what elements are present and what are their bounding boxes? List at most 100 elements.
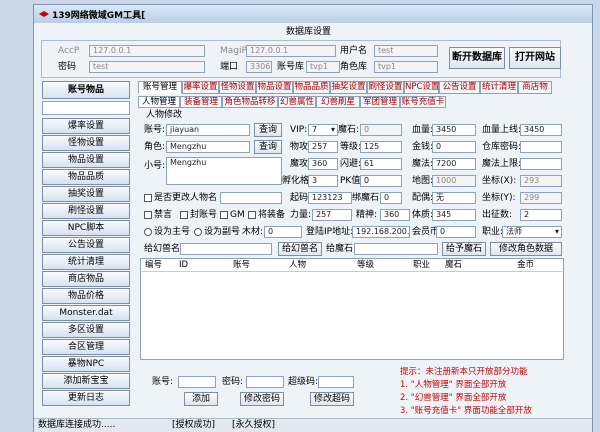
account-db-input[interactable]: tvp1	[306, 61, 340, 73]
nav-item-6[interactable]: NPC脚本	[42, 220, 130, 236]
user-input[interactable]: test	[374, 45, 438, 57]
password-input[interactable]: test	[89, 61, 205, 73]
str-input[interactable]: 257	[312, 209, 352, 221]
hp-max-input[interactable]: 3450	[520, 124, 562, 136]
nickname-textarea[interactable]: Mengzhu	[166, 157, 282, 185]
subtab-6[interactable]: 账号充值卡	[400, 96, 446, 108]
pet-checkbox[interactable]	[248, 211, 256, 219]
subtab-5[interactable]: 军团管理	[360, 96, 400, 108]
nav-item-2[interactable]: 物品设置	[42, 152, 130, 168]
mana-max-input[interactable]	[520, 158, 562, 170]
gm-checkbox[interactable]	[220, 211, 228, 219]
magic-stone-input[interactable]: 0	[360, 124, 402, 136]
bind-stone-input[interactable]: 0	[380, 192, 402, 204]
nav-item-1[interactable]: 怪物设置	[42, 135, 130, 151]
edit-role-data-button[interactable]: 修改角色数据	[490, 242, 562, 256]
bottom-password-input[interactable]	[246, 376, 284, 388]
tab-0[interactable]: 账号管理	[138, 81, 182, 94]
query-role-button[interactable]: 查询	[254, 140, 282, 154]
nav-item-7[interactable]: 公告设置	[42, 237, 130, 253]
level-input[interactable]: 125	[360, 141, 402, 153]
nav-search-input[interactable]	[42, 101, 130, 115]
port-input[interactable]: 3306	[246, 61, 272, 73]
rename-checkbox[interactable]	[144, 194, 152, 202]
nav-account-items[interactable]: 账号物品	[42, 81, 130, 99]
nav-item-9[interactable]: 商店物品	[42, 271, 130, 287]
warehouse-pwd-input[interactable]	[520, 141, 562, 153]
give-stone-button[interactable]: 给予魔石	[442, 242, 486, 256]
bottom-account-input[interactable]	[178, 376, 216, 388]
edit-password-button[interactable]: 修改密码	[240, 392, 284, 406]
add-pet-input[interactable]	[180, 243, 272, 255]
nav-item-11[interactable]: Monster.dat	[42, 305, 130, 321]
query-account-button[interactable]: 查询	[254, 123, 282, 137]
ban-account-checkbox[interactable]	[180, 211, 188, 219]
open-website-button[interactable]: 打开网站	[509, 47, 561, 69]
edit-super-pwd-button[interactable]: 修改超码	[310, 392, 354, 406]
nav-item-14[interactable]: 暴物NPC	[42, 356, 130, 372]
tab-1[interactable]: 爆率设置	[182, 81, 219, 94]
birth-input[interactable]: 123123	[308, 192, 352, 204]
add-account-button[interactable]: 添加	[184, 392, 218, 406]
vip-select[interactable]: 7 ▾	[308, 124, 338, 136]
set-main-radio[interactable]	[144, 228, 152, 236]
member-input[interactable]: 0	[436, 226, 476, 238]
nav-item-0[interactable]: 爆率设置	[42, 118, 130, 134]
login-ip-input[interactable]: 192.168.200.1	[352, 226, 410, 238]
nav-item-10[interactable]: 物品价格	[42, 288, 130, 304]
subtab-3[interactable]: 幻兽属性	[278, 96, 316, 108]
nav-item-12[interactable]: 多区设置	[42, 322, 130, 338]
ban-say-checkbox[interactable]	[144, 211, 152, 219]
nav-item-16[interactable]: 更新日志	[42, 390, 130, 406]
tab-4[interactable]: 物品品质	[293, 81, 330, 94]
subtab-0[interactable]: 人物管理	[138, 96, 180, 108]
wood-input[interactable]: 0	[264, 226, 302, 238]
stage-input[interactable]: 2	[520, 209, 562, 221]
phys-def-input[interactable]: 257	[308, 141, 338, 153]
tab-5[interactable]: 抽奖设置	[330, 81, 367, 94]
give-pet-button[interactable]: 给幻兽名	[278, 242, 322, 256]
nav-item-15[interactable]: 添加新宝宝	[42, 373, 130, 389]
set-sub-radio[interactable]	[194, 228, 202, 236]
tab-10[interactable]: 商店物	[518, 81, 552, 94]
tab-8[interactable]: 公告设置	[439, 81, 480, 94]
bottom-super-pwd-input[interactable]	[318, 376, 354, 388]
mana-input[interactable]: 7200	[432, 158, 476, 170]
hatch-input[interactable]: 3	[308, 175, 338, 187]
spirit-input[interactable]: 360	[380, 209, 410, 221]
magic-atk-input[interactable]: 360	[308, 158, 338, 170]
guild-input[interactable]: 无	[432, 192, 476, 204]
subtab-4[interactable]: 幻兽刷星	[316, 96, 360, 108]
con-input[interactable]: 345	[432, 209, 476, 221]
tab-3[interactable]: 物品设置	[256, 81, 293, 94]
col-header-number: 编号	[145, 260, 163, 270]
nav-item-4[interactable]: 抽奖设置	[42, 186, 130, 202]
nav-item-13[interactable]: 合区管理	[42, 339, 130, 355]
col-header-level: 等级	[357, 260, 375, 270]
dodge-input[interactable]: 61	[360, 158, 402, 170]
role-input[interactable]: Mengzhu	[166, 141, 250, 153]
gold-input[interactable]: 0	[432, 141, 476, 153]
coord-y-input[interactable]: 299	[520, 192, 562, 204]
nav-item-3[interactable]: 物品品质	[42, 169, 130, 185]
nav-item-8[interactable]: 统计清理	[42, 254, 130, 270]
add-stone-input[interactable]	[354, 243, 438, 255]
tab-9[interactable]: 统计清理	[480, 81, 518, 94]
hp-input[interactable]: 3450	[432, 124, 476, 136]
tab-7[interactable]: NPC设置	[404, 81, 439, 94]
disconnect-db-button[interactable]: 断开数据库	[449, 47, 505, 69]
subtab-1[interactable]: 装备管理	[180, 96, 222, 108]
acc-ip-input[interactable]: 127.0.0.1	[89, 45, 205, 57]
pk-input[interactable]: 0	[360, 175, 402, 187]
tab-6[interactable]: 刷怪设置	[367, 81, 404, 94]
job-select[interactable]: 法师 ▾	[502, 226, 562, 238]
nav-item-5[interactable]: 刷怪设置	[42, 203, 130, 219]
subtab-2[interactable]: 角色物品转移	[222, 96, 278, 108]
account-input[interactable]: jiayuan	[166, 124, 250, 136]
coord-x-input[interactable]: 293	[520, 175, 562, 187]
map-input[interactable]: 1000	[432, 175, 476, 187]
tab-2[interactable]: 怪物设置	[219, 81, 256, 94]
mag-ip-input[interactable]: 127.0.0.1	[246, 45, 336, 57]
role-db-input[interactable]: tvp1	[374, 61, 438, 73]
rename-input[interactable]	[220, 192, 282, 204]
